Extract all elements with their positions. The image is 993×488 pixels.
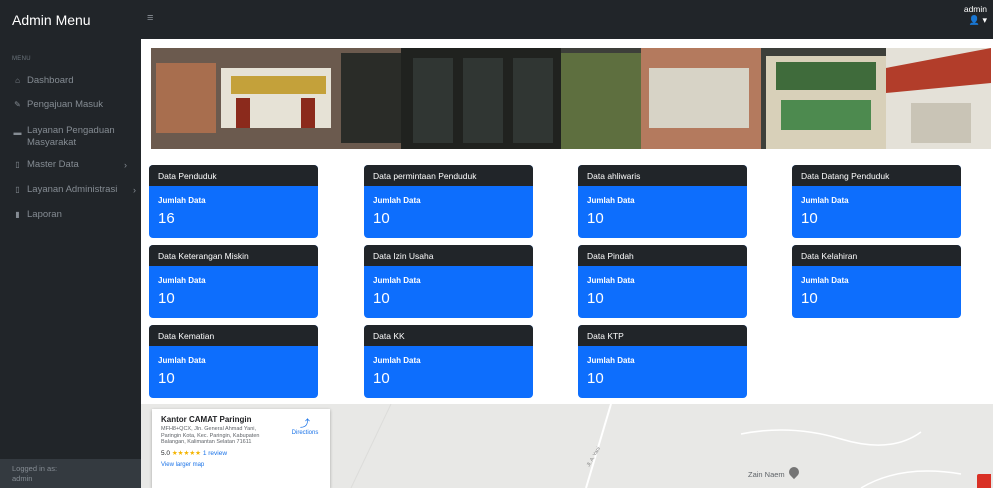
card-title: Data permintaan Penduduk [364, 165, 533, 186]
sidebar-item-laporan[interactable]: ▮ Laporan [12, 209, 62, 221]
stat-card-permintaan-penduduk[interactable]: Data permintaan Penduduk Jumlah Data 10 [364, 165, 533, 238]
view-larger-map-link[interactable]: View larger map [161, 462, 330, 468]
card-title: Data ahliwaris [578, 165, 747, 186]
sidebar-item-label: Layanan Administrasi [27, 184, 118, 195]
place-rating: 5.0 ★★★★★ 1 review [161, 449, 330, 457]
stat-card-izin-usaha[interactable]: Data Izin Usaha Jumlah Data 10 [364, 245, 533, 318]
card-label: Jumlah Data [158, 356, 206, 365]
review-link[interactable]: 1 review [203, 450, 227, 457]
stat-card-kematian[interactable]: Data Kematian Jumlah Data 10 [149, 325, 318, 398]
nearby-place-label: Zain Naem [748, 470, 785, 479]
card-title: Data KK [364, 325, 533, 346]
card-title: Data Penduduk [149, 165, 318, 186]
file-icon: ▯ [15, 160, 20, 169]
card-title: Data Keterangan Miskin [149, 245, 318, 266]
menu-heading: MENU [12, 56, 31, 62]
card-label: Jumlah Data [587, 196, 635, 205]
card-label: Jumlah Data [587, 356, 635, 365]
card-value: 10 [373, 210, 390, 227]
card-title: Data Kematian [149, 325, 318, 346]
brand-title[interactable]: Admin Menu [0, 0, 141, 39]
card-label: Jumlah Data [587, 276, 635, 285]
chevron-right-icon: › [133, 185, 136, 195]
card-value: 10 [373, 370, 390, 387]
place-info-card: Kantor CAMAT Paringin MFH8+QCX, Jln. Gen… [152, 409, 330, 488]
sidebar-toggle-icon[interactable]: ≡ [147, 12, 153, 24]
edit-icon: ✎ [14, 100, 21, 109]
office-banner-image [151, 48, 991, 149]
stat-card-pindah[interactable]: Data Pindah Jumlah Data 10 [578, 245, 747, 318]
sidebar-item-label: Layanan Pengaduan Masyarakat [27, 125, 115, 148]
card-label: Jumlah Data [373, 356, 421, 365]
file-icon: ▯ [15, 185, 20, 194]
stat-card-kelahiran[interactable]: Data Kelahiran Jumlah Data 10 [792, 245, 961, 318]
sidebar: MENU ⌂ Dashboard ✎ Pengajuan Masuk ▬ Lay… [0, 39, 141, 488]
sidebar-item-layanan-administrasi[interactable]: ▯ Layanan Administrasi › [12, 184, 136, 196]
card-label: Jumlah Data [158, 196, 206, 205]
sidebar-item-master-data[interactable]: ▯ Master Data › [12, 159, 127, 171]
embedded-map[interactable]: Jl. A. Yani Kantor CAMAT Paringin MFH8+Q… [141, 404, 993, 488]
home-icon: ⌂ [15, 76, 20, 85]
sidebar-item-dashboard[interactable]: ⌂ Dashboard [12, 75, 73, 87]
sidebar-item-layanan-pengaduan[interactable]: ▬ Layanan Pengaduan Masyarakat [12, 125, 117, 149]
topbar: ≡ admin 👤 ▾ [141, 0, 993, 39]
card-label: Jumlah Data [158, 276, 206, 285]
card-title: Data KTP [578, 325, 747, 346]
card-title: Data Izin Usaha [364, 245, 533, 266]
directions-label: Directions [291, 430, 319, 436]
chevron-right-icon: › [124, 160, 127, 170]
logged-in-user: admin [12, 474, 33, 483]
card-value: 10 [801, 290, 818, 307]
user-icon: 👤 ▾ [968, 15, 987, 25]
chart-icon: ▮ [15, 210, 20, 219]
card-label: Jumlah Data [373, 276, 421, 285]
stat-card-penduduk[interactable]: Data Penduduk Jumlah Data 16 [149, 165, 318, 238]
directions-icon: ⤴ [300, 419, 310, 430]
stat-card-datang-penduduk[interactable]: Data Datang Penduduk Jumlah Data 10 [792, 165, 961, 238]
card-value: 10 [587, 290, 604, 307]
user-menu[interactable]: admin 👤 ▾ [964, 4, 987, 26]
stat-card-keterangan-miskin[interactable]: Data Keterangan Miskin Jumlah Data 10 [149, 245, 318, 318]
card-label: Jumlah Data [801, 196, 849, 205]
stat-card-kk[interactable]: Data KK Jumlah Data 10 [364, 325, 533, 398]
sidebar-item-label: Master Data [27, 159, 79, 170]
card-title: Data Kelahiran [792, 245, 961, 266]
card-value: 16 [158, 210, 175, 227]
sidebar-item-label: Pengajuan Masuk [27, 99, 104, 110]
card-value: 10 [158, 370, 175, 387]
banner-graphic [151, 48, 991, 149]
rating-value: 5.0 [161, 449, 171, 457]
directions-button[interactable]: ⤴ Directions [288, 415, 322, 436]
card-title: Data Datang Penduduk [792, 165, 961, 186]
card-value: 10 [158, 290, 175, 307]
sidebar-item-pengajuan-masuk[interactable]: ✎ Pengajuan Masuk [12, 99, 103, 111]
card-value: 10 [373, 290, 390, 307]
sidebar-item-label: Laporan [27, 209, 62, 220]
card-value: 10 [801, 210, 818, 227]
user-name: admin [963, 4, 987, 14]
card-title: Data Pindah [578, 245, 747, 266]
place-address: MFH8+QCX, Jln. General Ahmad Yani, Parin… [161, 426, 260, 445]
logged-in-label: Logged in as: [12, 464, 58, 473]
stat-card-ahliwaris[interactable]: Data ahliwaris Jumlah Data 10 [578, 165, 747, 238]
map-corner-icon [977, 474, 991, 488]
card-value: 10 [587, 210, 604, 227]
star-icon: ★★★★★ [171, 449, 201, 457]
card-label: Jumlah Data [801, 276, 849, 285]
sidebar-footer: Logged in as: admin [0, 459, 141, 488]
card-label: Jumlah Data [373, 196, 421, 205]
inbox-icon: ▬ [13, 128, 22, 137]
stat-card-ktp[interactable]: Data KTP Jumlah Data 10 [578, 325, 747, 398]
card-value: 10 [587, 370, 604, 387]
sidebar-item-label: Dashboard [27, 75, 74, 86]
